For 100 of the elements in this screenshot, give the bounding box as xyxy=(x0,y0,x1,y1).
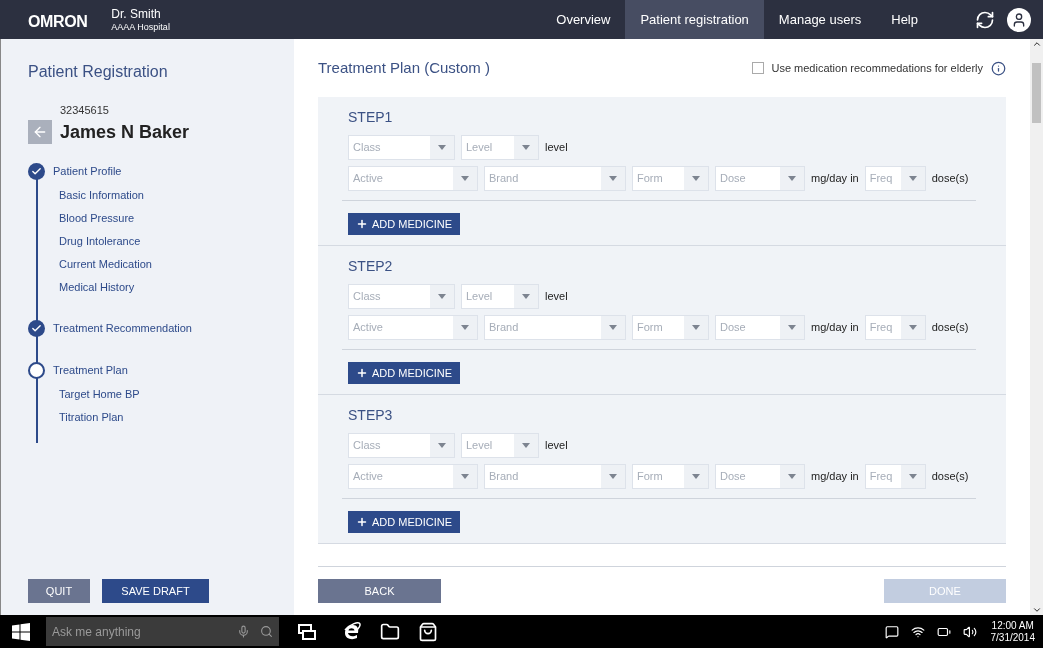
dropdown-field[interactable]: Freq xyxy=(864,166,926,191)
plus-icon xyxy=(356,218,368,230)
sidebar-title: Patient Registration xyxy=(28,62,169,82)
caret-icon xyxy=(908,474,917,479)
subsection-link[interactable]: Blood Pressure xyxy=(59,207,135,228)
dropdown-field[interactable]: Dose xyxy=(715,166,805,191)
unit-label: dose(s) xyxy=(931,469,969,485)
subsection-link[interactable]: Current Medication xyxy=(59,253,152,274)
message-icon[interactable] xyxy=(884,624,899,639)
caret-icon xyxy=(788,176,796,181)
user-name: Dr. Smith xyxy=(111,6,162,21)
hospital-name: AAAA Hospital xyxy=(111,20,170,33)
quit-button[interactable]: QUIT xyxy=(28,579,90,603)
save-draft-button[interactable]: SAVE DRAFT xyxy=(102,579,209,603)
subsection-link[interactable]: Target Home BP xyxy=(59,383,140,404)
folder-icon[interactable] xyxy=(380,621,400,642)
caret-icon xyxy=(461,474,469,479)
caret-icon xyxy=(692,176,700,181)
dropdown-field[interactable]: Brand xyxy=(484,464,626,489)
caret-icon xyxy=(461,325,469,330)
caret-icon xyxy=(609,325,617,330)
dropdown-field[interactable]: Freq xyxy=(864,464,926,489)
left-arrow-icon xyxy=(32,124,48,140)
dropdown-field[interactable]: Active xyxy=(348,166,478,191)
scroll-up-icon[interactable] xyxy=(1031,39,1042,49)
sync-icon[interactable] xyxy=(975,9,995,30)
add-medicine-button[interactable]: ADD MEDICINE xyxy=(348,511,461,533)
caret-icon xyxy=(908,176,917,181)
plus-icon xyxy=(356,367,368,379)
caret-icon xyxy=(438,294,446,299)
volume-icon[interactable] xyxy=(962,624,977,639)
page-title: Treatment Plan (Custom ) xyxy=(318,57,490,78)
back-button[interactable]: BACK xyxy=(318,579,441,603)
unit-label: level xyxy=(545,289,568,305)
dropdown-field[interactable]: Form xyxy=(632,166,709,191)
dropdown-field[interactable]: Freq xyxy=(864,315,926,340)
elderly-checkbox[interactable] xyxy=(752,62,765,74)
clock-time: 12:00 AM xyxy=(991,619,1034,632)
caret-icon xyxy=(908,325,917,330)
dropdown-field[interactable]: Class xyxy=(348,135,455,160)
dropdown-field[interactable]: Active xyxy=(348,464,478,489)
dropdown-field[interactable]: Brand xyxy=(484,166,626,191)
nav-tab[interactable]: Overview xyxy=(541,0,626,39)
dropdown-field[interactable]: Level xyxy=(461,433,539,458)
subsection-link[interactable]: Medical History xyxy=(59,276,135,297)
search-field[interactable]: Ask me anything xyxy=(46,617,279,646)
plus-icon xyxy=(356,516,368,528)
dropdown-field[interactable]: Dose xyxy=(715,315,805,340)
add-medicine-button[interactable]: ADD MEDICINE xyxy=(348,213,461,235)
caret-icon xyxy=(788,325,796,330)
caret-icon xyxy=(788,474,796,479)
unit-label: mg/day in xyxy=(811,469,859,485)
info-icon[interactable] xyxy=(991,60,1006,76)
checkbox-label: Use medication recommedations for elderly xyxy=(771,60,983,76)
scrollbar-thumb[interactable] xyxy=(1032,63,1041,123)
step-title: STEP1 xyxy=(348,108,393,127)
scroll-down-icon[interactable] xyxy=(1031,605,1042,615)
done-button: DONE xyxy=(884,579,1006,603)
step-title: STEP2 xyxy=(348,257,393,276)
dropdown-field[interactable]: Brand xyxy=(484,315,626,340)
subsection-link[interactable]: Titration Plan xyxy=(59,406,124,427)
search-icon[interactable] xyxy=(260,625,273,638)
unit-label: dose(s) xyxy=(931,320,969,336)
dropdown-field[interactable]: Form xyxy=(632,464,709,489)
unit-label: level xyxy=(545,140,568,156)
avatar-icon[interactable] xyxy=(1007,7,1031,32)
nav-tab[interactable]: Help xyxy=(876,0,933,39)
caret-icon xyxy=(461,176,469,181)
subsection-link[interactable]: Drug Intolerance xyxy=(59,230,141,251)
section-link[interactable]: Treatment Plan xyxy=(53,362,128,379)
caret-icon xyxy=(609,176,617,181)
step-title: STEP3 xyxy=(348,406,393,425)
caret-icon xyxy=(609,474,617,479)
dropdown-field[interactable]: Form xyxy=(632,315,709,340)
logo: OMRON xyxy=(28,12,88,32)
unit-label: dose(s) xyxy=(931,171,969,187)
dropdown-field[interactable]: Level xyxy=(461,135,539,160)
dropdown-field[interactable]: Active xyxy=(348,315,478,340)
dropdown-field[interactable]: Level xyxy=(461,284,539,309)
browser-icon[interactable] xyxy=(342,621,362,642)
caret-icon xyxy=(438,443,446,448)
section-link[interactable]: Treatment Recommendation xyxy=(53,320,192,337)
section-link[interactable]: Patient Profile xyxy=(53,163,122,180)
microphone-icon[interactable] xyxy=(237,625,250,638)
nav-tab[interactable]: Patient registration xyxy=(625,0,764,39)
clock-date: 7/31/2014 xyxy=(990,631,1035,644)
caret-icon xyxy=(522,294,530,299)
caret-icon xyxy=(522,145,530,150)
windows-logo-icon[interactable] xyxy=(12,622,30,641)
add-medicine-button[interactable]: ADD MEDICINE xyxy=(348,362,461,384)
task-view-icon[interactable] xyxy=(298,623,316,640)
dropdown-field[interactable]: Dose xyxy=(715,464,805,489)
store-bag-icon[interactable] xyxy=(418,621,438,642)
nav-tab[interactable]: Manage users xyxy=(763,0,877,39)
subsection-link[interactable]: Basic Information xyxy=(59,184,144,205)
caret-icon xyxy=(692,325,700,330)
dropdown-field[interactable]: Class xyxy=(348,433,455,458)
caret-icon xyxy=(522,443,530,448)
wifi-icon[interactable] xyxy=(910,624,925,639)
dropdown-field[interactable]: Class xyxy=(348,284,455,309)
